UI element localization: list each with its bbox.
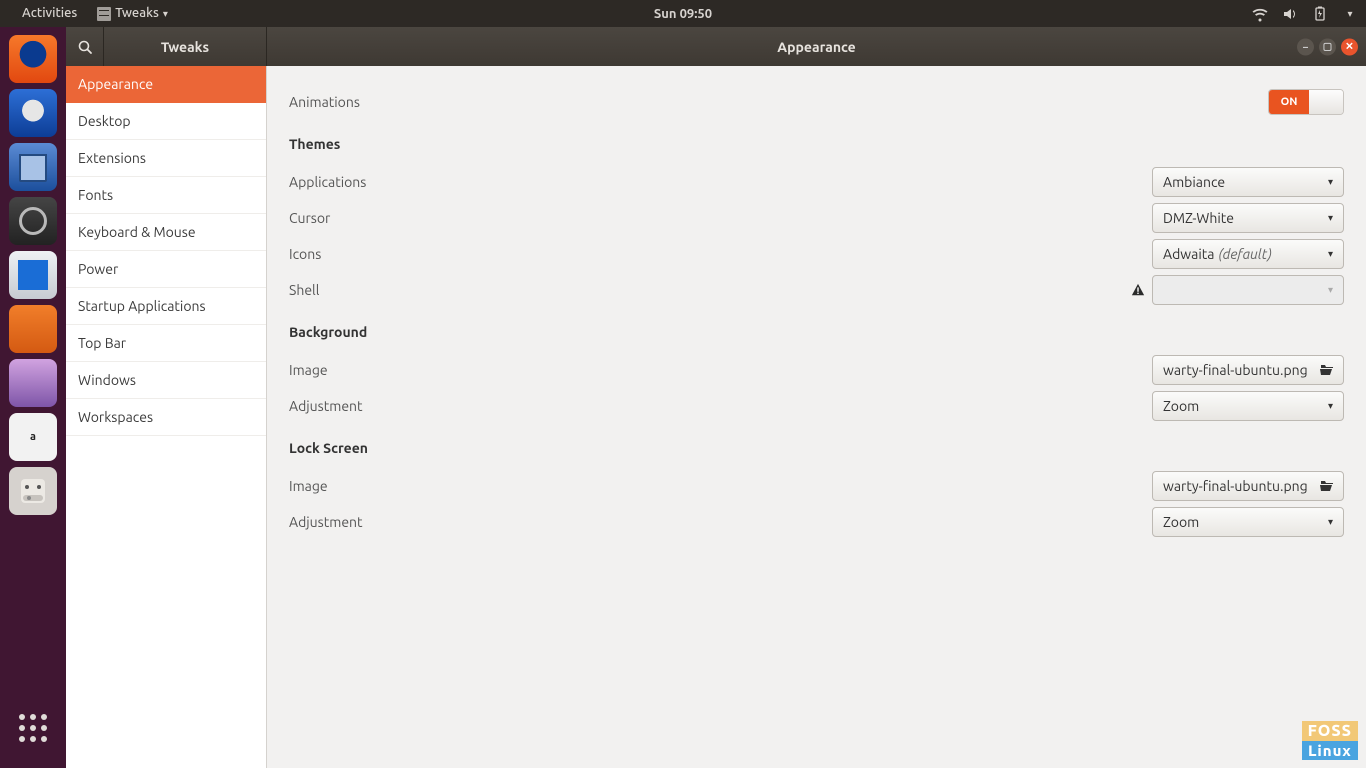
background-adjustment-label: Adjustment <box>289 398 1152 414</box>
open-file-icon <box>1319 478 1335 494</box>
activities-button[interactable]: Activities <box>12 0 87 27</box>
lockscreen-image-button[interactable]: warty-final-ubuntu.png <box>1152 471 1344 501</box>
animations-label: Animations <box>289 94 1268 110</box>
wifi-icon[interactable] <box>1252 6 1268 22</box>
themes-header: Themes <box>289 126 1344 162</box>
content-area: Animations ON Themes Applications Ambian… <box>267 66 1366 768</box>
animations-toggle[interactable]: ON <box>1268 89 1344 115</box>
background-adjustment-combo[interactable]: Zoom ▾ <box>1152 391 1344 421</box>
show-applications-button[interactable] <box>9 704 57 752</box>
sidebar-item-startup-applications[interactable]: Startup Applications <box>66 288 266 325</box>
sidebar-item-fonts[interactable]: Fonts <box>66 177 266 214</box>
chevron-down-icon: ▾ <box>1328 248 1333 260</box>
chevron-down-icon: ▾ <box>1328 516 1333 528</box>
combo-value: Zoom <box>1163 514 1199 530</box>
file-button-value: warty-final-ubuntu.png <box>1163 478 1308 494</box>
top-menubar: Activities Tweaks ▾ Sun 09:50 ▾ <box>0 0 1366 27</box>
open-file-icon <box>1319 362 1335 378</box>
warning-icon <box>1130 282 1146 298</box>
background-header: Background <box>289 314 1344 350</box>
launcher-thunderbird[interactable] <box>9 89 57 137</box>
applications-theme-combo[interactable]: Ambiance ▾ <box>1152 167 1344 197</box>
titlebar: Tweaks Appearance – ▢ ✕ <box>66 27 1366 66</box>
launcher-gnome-tweaks[interactable] <box>9 467 57 515</box>
sidebar-title: Tweaks <box>104 27 267 66</box>
icons-theme-label: Icons <box>289 246 1152 262</box>
sidebar-item-power[interactable]: Power <box>66 251 266 288</box>
chevron-down-icon: ▾ <box>1328 284 1333 296</box>
close-button[interactable]: ✕ <box>1341 38 1358 55</box>
shell-theme-combo: ▾ <box>1152 275 1344 305</box>
combo-suffix: (default) <box>1218 246 1271 262</box>
chevron-down-icon: ▾ <box>163 0 168 27</box>
battery-icon[interactable] <box>1312 6 1328 22</box>
search-button[interactable] <box>66 27 104 66</box>
watermark: FOSS Linux <box>1302 721 1358 760</box>
chevron-down-icon[interactable]: ▾ <box>1342 6 1358 22</box>
sidebar-item-workspaces[interactable]: Workspaces <box>66 399 266 436</box>
background-image-label: Image <box>289 362 1152 378</box>
tweaks-window: Tweaks Appearance – ▢ ✕ Appearance Deskt… <box>66 27 1366 768</box>
watermark-top: FOSS <box>1302 721 1358 741</box>
applications-theme-label: Applications <box>289 174 1152 190</box>
sidebar-item-extensions[interactable]: Extensions <box>66 140 266 177</box>
sidebar-item-appearance[interactable]: Appearance <box>66 66 266 103</box>
lockscreen-adjustment-label: Adjustment <box>289 514 1152 530</box>
shell-theme-label: Shell <box>289 282 1130 298</box>
lockscreen-header: Lock Screen <box>289 430 1344 466</box>
launcher-files[interactable] <box>9 143 57 191</box>
window-title: Appearance <box>267 27 1366 66</box>
dock: a <box>0 27 66 768</box>
system-status-area[interactable]: ▾ <box>1252 6 1358 22</box>
app-menu-label: Tweaks <box>115 0 159 27</box>
cursor-theme-combo[interactable]: DMZ-White ▾ <box>1152 203 1344 233</box>
combo-value: Ambiance <box>1163 174 1225 190</box>
volume-icon[interactable] <box>1282 6 1298 22</box>
toggle-on-label: ON <box>1269 90 1309 114</box>
sidebar-item-windows[interactable]: Windows <box>66 362 266 399</box>
tweaks-icon <box>97 7 111 21</box>
maximize-button[interactable]: ▢ <box>1319 38 1336 55</box>
sidebar-item-top-bar[interactable]: Top Bar <box>66 325 266 362</box>
lockscreen-adjustment-combo[interactable]: Zoom ▾ <box>1152 507 1344 537</box>
minimize-button[interactable]: – <box>1297 38 1314 55</box>
launcher-help[interactable] <box>9 359 57 407</box>
launcher-libreoffice-writer[interactable] <box>9 251 57 299</box>
launcher-ubuntu-software[interactable] <box>9 305 57 353</box>
file-button-value: warty-final-ubuntu.png <box>1163 362 1308 378</box>
window-controls: – ▢ ✕ <box>1297 38 1358 55</box>
icons-theme-combo[interactable]: Adwaita (default) ▾ <box>1152 239 1344 269</box>
grid-icon <box>19 714 47 742</box>
watermark-bottom: Linux <box>1302 741 1358 760</box>
chevron-down-icon: ▾ <box>1328 212 1333 224</box>
chevron-down-icon: ▾ <box>1328 400 1333 412</box>
cursor-theme-label: Cursor <box>289 210 1152 226</box>
lockscreen-image-label: Image <box>289 478 1152 494</box>
sidebar: Appearance Desktop Extensions Fonts Keyb… <box>66 66 267 768</box>
combo-value: Zoom <box>1163 398 1199 414</box>
toggle-handle <box>1309 90 1343 114</box>
sidebar-item-desktop[interactable]: Desktop <box>66 103 266 140</box>
app-menu-button[interactable]: Tweaks ▾ <box>87 0 178 27</box>
combo-value: Adwaita <box>1163 246 1214 262</box>
background-image-button[interactable]: warty-final-ubuntu.png <box>1152 355 1344 385</box>
launcher-amazon[interactable]: a <box>9 413 57 461</box>
combo-value: DMZ-White <box>1163 210 1234 226</box>
launcher-firefox[interactable] <box>9 35 57 83</box>
chevron-down-icon: ▾ <box>1328 176 1333 188</box>
clock[interactable]: Sun 09:50 <box>654 7 712 21</box>
launcher-rhythmbox[interactable] <box>9 197 57 245</box>
sidebar-item-keyboard-mouse[interactable]: Keyboard & Mouse <box>66 214 266 251</box>
